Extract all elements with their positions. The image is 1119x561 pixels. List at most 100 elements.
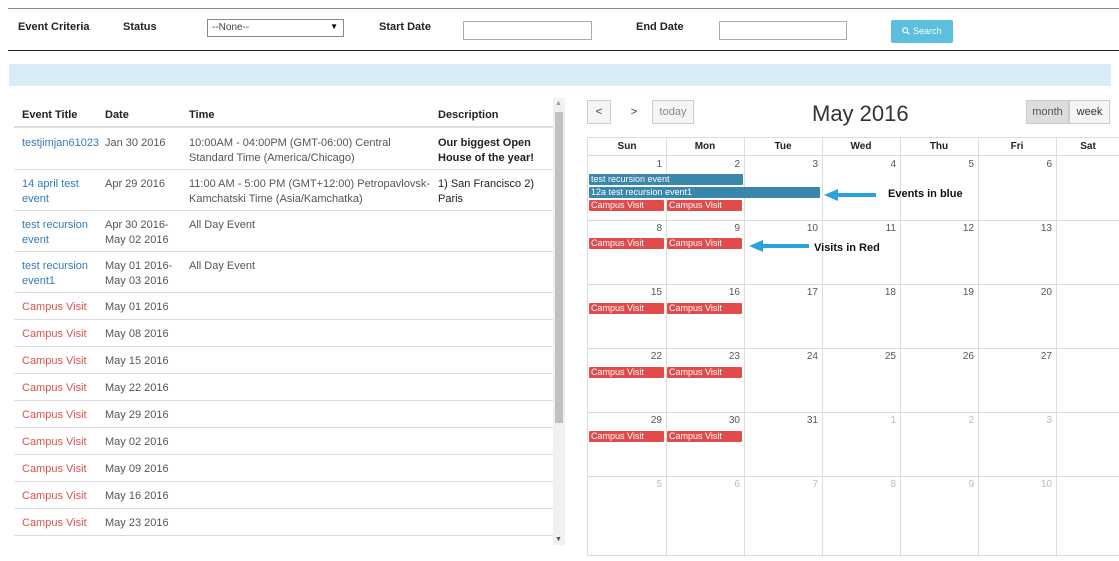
table-row[interactable]: Campus Visit May 15 2016 bbox=[14, 347, 554, 374]
event-title-link[interactable]: Campus Visit bbox=[22, 381, 102, 396]
day-number[interactable]: 13 bbox=[978, 223, 1052, 234]
today-button[interactable]: today bbox=[652, 100, 694, 124]
day-number[interactable]: 6 bbox=[666, 479, 740, 490]
scrollbar-thumb[interactable] bbox=[555, 112, 563, 423]
event-title-link[interactable]: Campus Visit bbox=[22, 516, 102, 531]
status-select-value: --None-- bbox=[212, 22, 250, 33]
search-button[interactable]: Search bbox=[891, 20, 953, 43]
event-date: May 01 2016 bbox=[105, 301, 169, 313]
table-row[interactable]: Campus Visit May 22 2016 bbox=[14, 374, 554, 401]
event-title-link[interactable]: Campus Visit bbox=[22, 408, 102, 423]
day-number[interactable]: 3 bbox=[744, 159, 818, 170]
table-row[interactable]: Campus Visit May 02 2016 bbox=[14, 428, 554, 455]
day-number[interactable]: 25 bbox=[822, 351, 896, 362]
campus-visit-event[interactable]: Campus Visit bbox=[667, 431, 742, 442]
day-number[interactable]: 18 bbox=[822, 287, 896, 298]
day-number[interactable]: 2 bbox=[900, 415, 974, 426]
day-number[interactable]: 27 bbox=[978, 351, 1052, 362]
table-row[interactable]: Campus Visit May 29 2016 bbox=[14, 401, 554, 428]
annotation-arrow-icon bbox=[824, 189, 876, 201]
table-row[interactable]: Campus Visit May 08 2016 bbox=[14, 320, 554, 347]
day-number[interactable]: 16 bbox=[666, 287, 740, 298]
end-date-input[interactable] bbox=[719, 21, 847, 40]
month-grid: Sun Mon Tue Wed Thu Fri Sat 1 2 3 4 5 6 8 9 10 11… bbox=[587, 137, 1119, 557]
campus-visit-event[interactable]: Campus Visit bbox=[589, 431, 664, 442]
calendar-event[interactable]: 12a test recursion event1 bbox=[589, 187, 820, 198]
table-row[interactable]: test recursion event1 May 01 2016- May 0… bbox=[14, 252, 554, 293]
events-table: Event Title Date Time Description testji… bbox=[14, 98, 554, 538]
day-number[interactable]: 3 bbox=[978, 415, 1052, 426]
day-number[interactable]: 5 bbox=[900, 159, 974, 170]
day-number[interactable]: 4 bbox=[822, 159, 896, 170]
campus-visit-event[interactable]: Campus Visit bbox=[589, 303, 664, 314]
day-number[interactable]: 26 bbox=[900, 351, 974, 362]
table-row[interactable]: Campus Visit May 01 2016 bbox=[14, 293, 554, 320]
day-number[interactable]: 17 bbox=[744, 287, 818, 298]
table-row[interactable]: testjimjan61023 Jan 30 2016 10:00AM - 04… bbox=[14, 129, 554, 170]
grid-line bbox=[588, 412, 1119, 413]
day-number[interactable]: 22 bbox=[588, 351, 662, 362]
day-number[interactable]: 5 bbox=[588, 479, 662, 490]
table-row[interactable]: test recursion event Apr 30 2016- May 02… bbox=[14, 211, 554, 252]
event-title-link[interactable]: testjimjan61023 bbox=[22, 136, 102, 151]
day-number[interactable]: 9 bbox=[666, 223, 740, 234]
day-header-thu: Thu bbox=[900, 138, 978, 156]
day-number[interactable]: 19 bbox=[900, 287, 974, 298]
event-criteria-bar: Event Criteria Status --None-- ▼ Start D… bbox=[8, 8, 1119, 51]
event-title-link[interactable]: Campus Visit bbox=[22, 327, 102, 342]
day-number[interactable]: 8 bbox=[822, 479, 896, 490]
campus-visit-event[interactable]: Campus Visit bbox=[589, 367, 664, 378]
day-number[interactable]: 7 bbox=[744, 479, 818, 490]
event-title-link[interactable]: Campus Visit bbox=[22, 489, 102, 504]
event-date: May 08 2016 bbox=[105, 328, 169, 340]
day-number[interactable]: 1 bbox=[822, 415, 896, 426]
table-row[interactable]: 14 april test event Apr 29 2016 11:00 AM… bbox=[14, 170, 554, 211]
chevron-left-icon: < bbox=[595, 106, 603, 118]
event-time: 10:00AM - 04:00PM (GMT-06:00) Central St… bbox=[189, 137, 391, 164]
month-view-button[interactable]: month bbox=[1026, 100, 1069, 124]
day-number[interactable]: 30 bbox=[666, 415, 740, 426]
scroll-down-icon[interactable]: ▼ bbox=[555, 536, 562, 543]
prev-month-button[interactable]: < bbox=[587, 100, 611, 124]
day-number[interactable]: 20 bbox=[978, 287, 1052, 298]
event-title-link[interactable]: 14 april test event bbox=[22, 177, 102, 207]
campus-visit-event[interactable]: Campus Visit bbox=[589, 200, 664, 211]
info-band bbox=[9, 64, 1111, 86]
table-row[interactable]: Campus Visit May 09 2016 bbox=[14, 455, 554, 482]
event-title-link[interactable]: Campus Visit bbox=[22, 354, 102, 369]
day-number[interactable]: 2 bbox=[666, 159, 740, 170]
campus-visit-event[interactable]: Campus Visit bbox=[667, 238, 742, 249]
start-date-input[interactable] bbox=[463, 21, 592, 40]
day-number[interactable]: 9 bbox=[900, 479, 974, 490]
table-row[interactable]: Campus Visit May 16 2016 bbox=[14, 482, 554, 509]
campus-visit-event[interactable]: Campus Visit bbox=[667, 367, 742, 378]
event-title-link[interactable]: Campus Visit bbox=[22, 435, 102, 450]
campus-visit-event[interactable]: Campus Visit bbox=[667, 200, 742, 211]
event-title-link[interactable]: test recursion event bbox=[22, 218, 102, 248]
event-title-link[interactable]: Campus Visit bbox=[22, 300, 102, 315]
event-title-link[interactable]: test recursion event1 bbox=[22, 259, 102, 289]
day-number[interactable]: 1 bbox=[588, 159, 662, 170]
day-number[interactable]: 10 bbox=[744, 223, 818, 234]
event-title-link[interactable]: Campus Visit bbox=[22, 462, 102, 477]
day-number[interactable]: 31 bbox=[744, 415, 818, 426]
day-number[interactable]: 23 bbox=[666, 351, 740, 362]
day-number[interactable]: 29 bbox=[588, 415, 662, 426]
next-month-button[interactable]: > bbox=[622, 100, 646, 124]
table-scrollbar[interactable]: ▲ ▼ bbox=[553, 98, 565, 545]
scroll-up-icon[interactable]: ▲ bbox=[555, 100, 562, 107]
status-select[interactable]: --None-- ▼ bbox=[207, 19, 344, 37]
annotation-visits-in-red: Visits in Red bbox=[814, 242, 880, 254]
day-number[interactable]: 12 bbox=[900, 223, 974, 234]
day-number[interactable]: 10 bbox=[978, 479, 1052, 490]
calendar-event[interactable]: test recursion event bbox=[589, 174, 743, 185]
day-number[interactable]: 11 bbox=[822, 223, 896, 234]
campus-visit-event[interactable]: Campus Visit bbox=[589, 238, 664, 249]
day-number[interactable]: 24 bbox=[744, 351, 818, 362]
campus-visit-event[interactable]: Campus Visit bbox=[667, 303, 742, 314]
day-number[interactable]: 15 bbox=[588, 287, 662, 298]
week-view-button[interactable]: week bbox=[1069, 100, 1110, 124]
day-number[interactable]: 6 bbox=[978, 159, 1052, 170]
table-row[interactable]: Campus Visit May 23 2016 bbox=[14, 509, 554, 536]
day-number[interactable]: 8 bbox=[588, 223, 662, 234]
